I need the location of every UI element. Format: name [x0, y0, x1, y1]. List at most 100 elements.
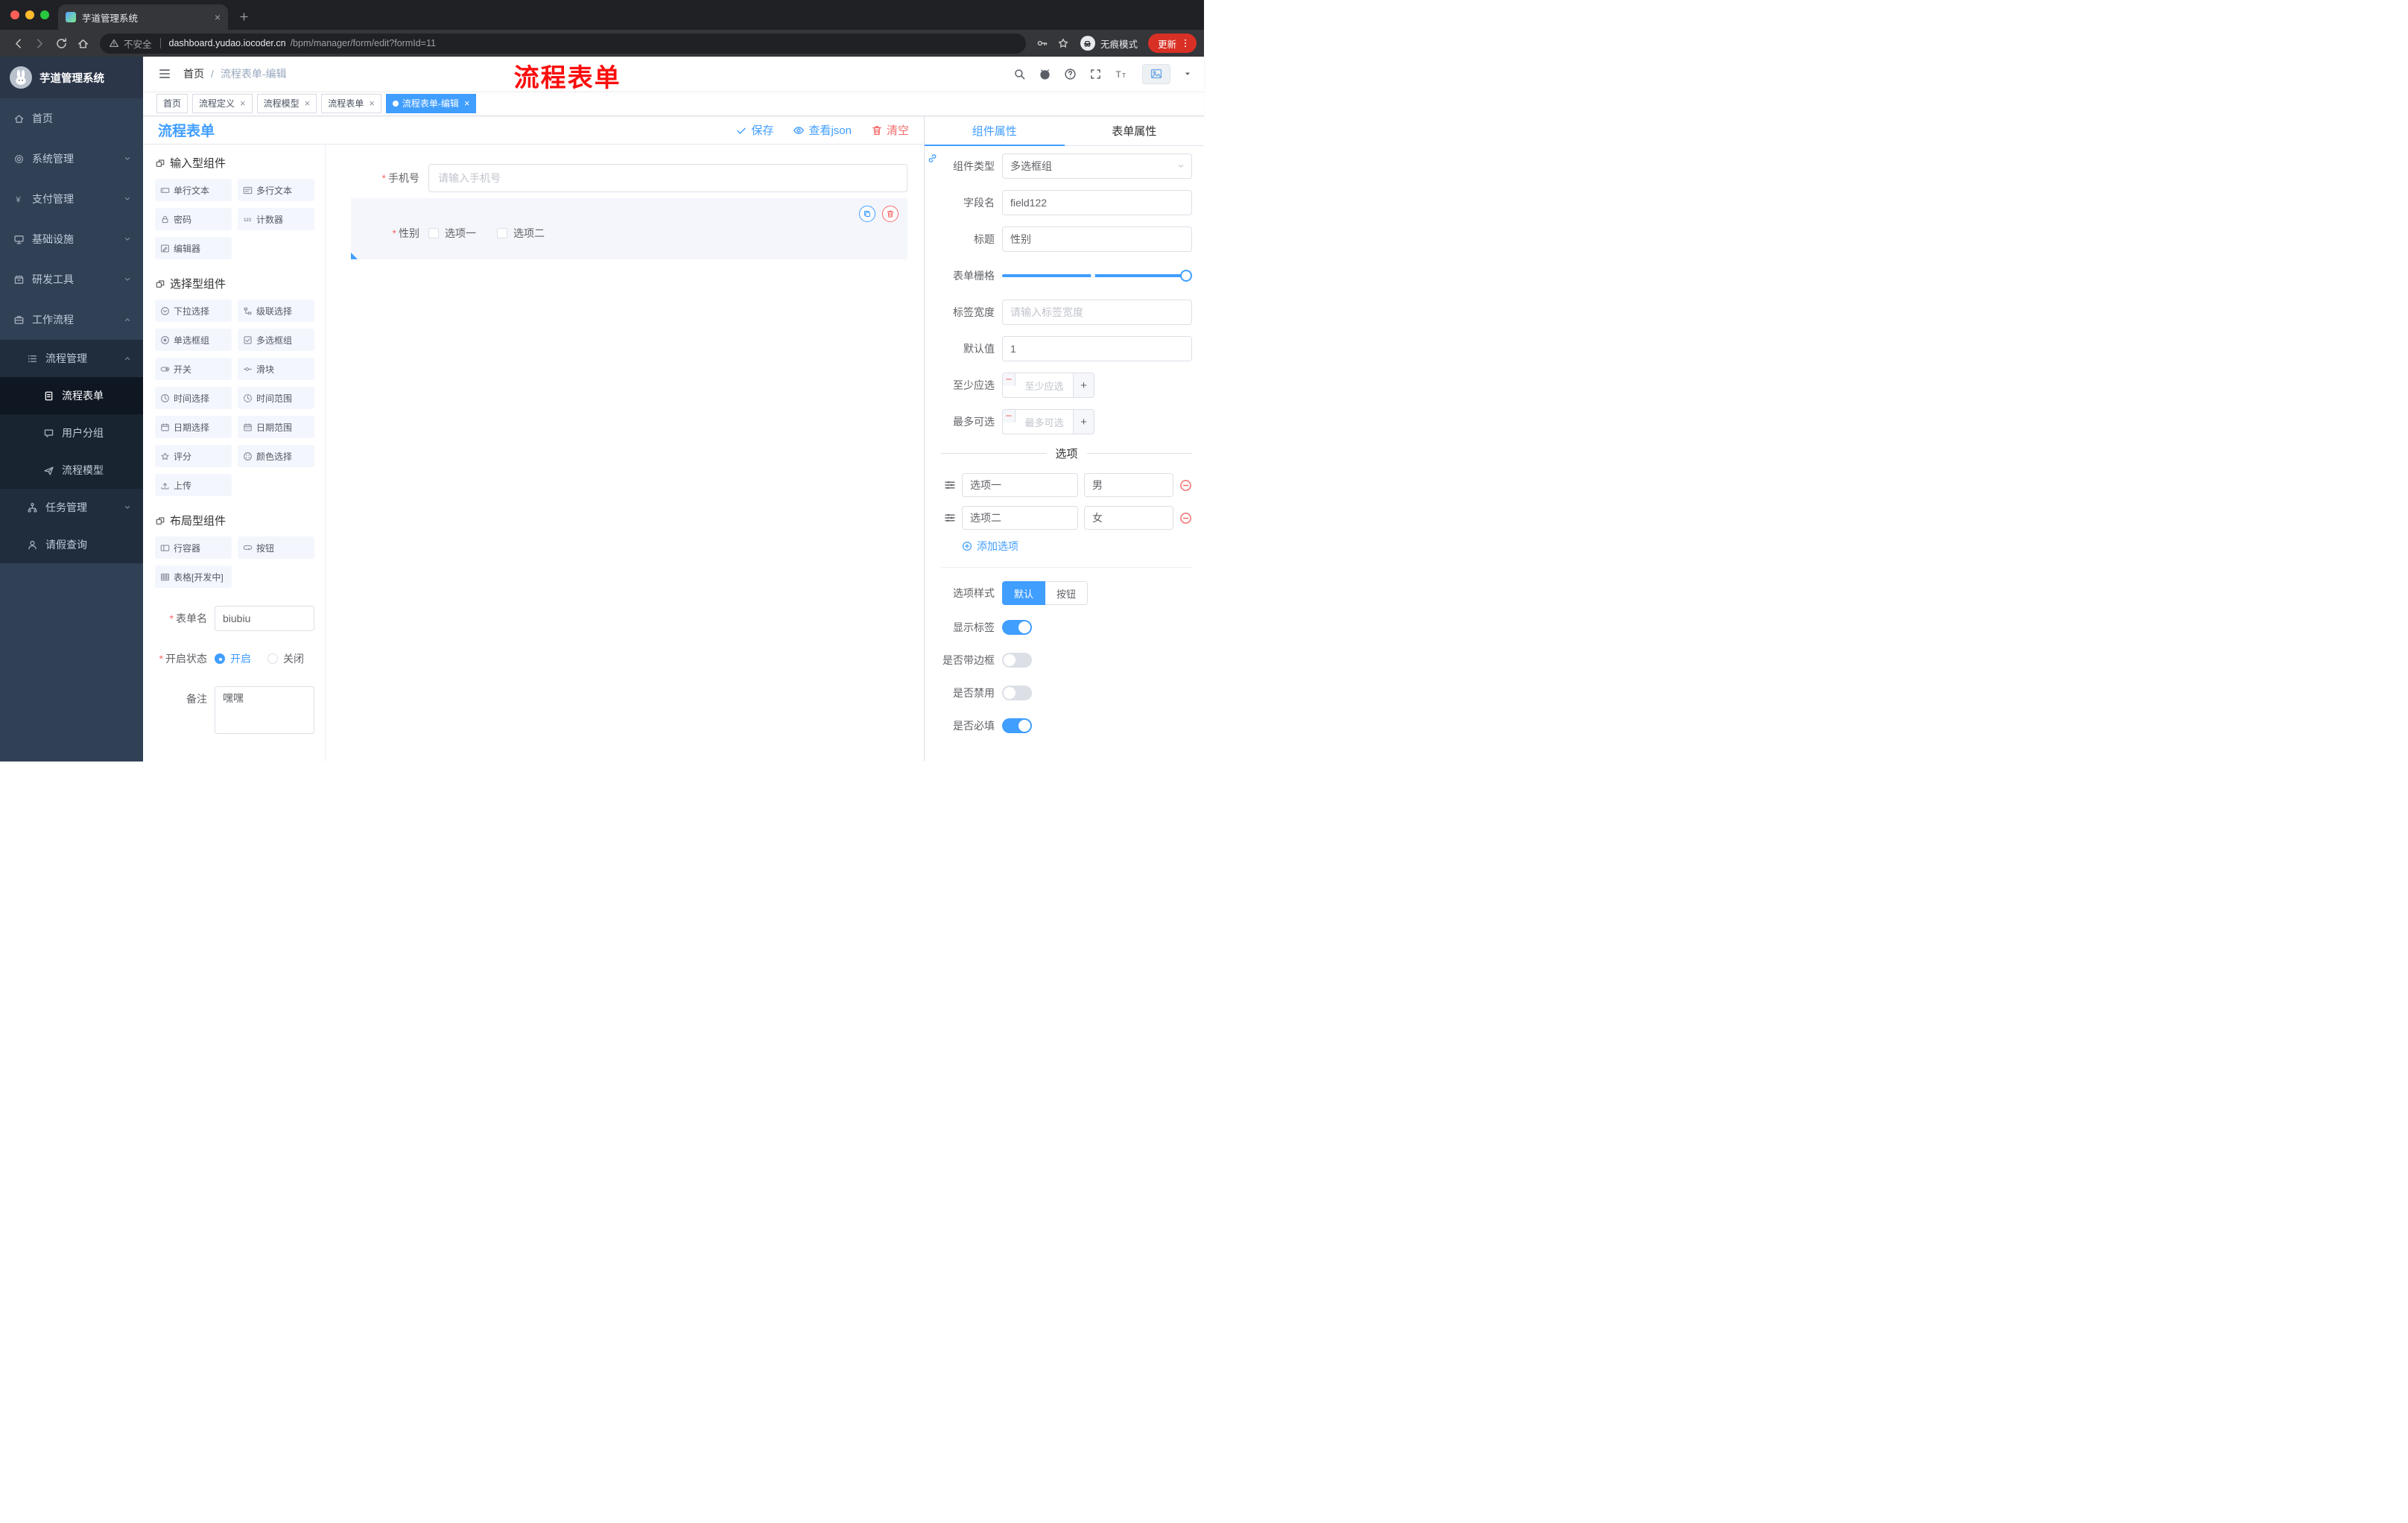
decrease-button[interactable]: − [1003, 373, 1016, 386]
toggle-switch[interactable] [1002, 685, 1032, 700]
toggle-switch[interactable] [1002, 653, 1032, 668]
forward-button[interactable] [34, 37, 46, 50]
password-key-icon[interactable] [1036, 37, 1048, 49]
hamburger-icon[interactable] [158, 67, 171, 80]
new-tab-button[interactable] [238, 11, 250, 22]
reload-button[interactable] [55, 37, 68, 50]
copy-field-button[interactable] [859, 206, 875, 222]
github-icon[interactable] [1039, 68, 1051, 80]
slider-handle[interactable] [1180, 270, 1192, 282]
component-upload[interactable]: 上传 [155, 474, 232, 496]
grid-slider[interactable] [1002, 263, 1192, 288]
remove-option-icon[interactable] [1179, 479, 1192, 492]
sidebar-item-11[interactable]: 请假查询 [0, 526, 143, 563]
decrease-button[interactable]: − [1003, 410, 1016, 422]
back-button[interactable] [12, 37, 25, 50]
checkbox-option-2[interactable]: 选项二 [497, 226, 545, 241]
option-label-input[interactable] [962, 506, 1078, 530]
component-date-range[interactable]: 日期范围 [238, 416, 314, 438]
option-value-input[interactable] [1084, 506, 1173, 530]
sidebar-item-0[interactable]: 首页 [0, 98, 143, 139]
option-style-1[interactable]: 按钮 [1045, 581, 1089, 605]
default-value-input[interactable] [1002, 336, 1192, 361]
tag-3[interactable]: 流程表单 × [321, 93, 381, 113]
fullscreen-icon[interactable] [1089, 68, 1102, 80]
slider-track[interactable] [1002, 270, 1192, 282]
increase-button[interactable]: + [1073, 373, 1094, 397]
component-select[interactable]: 下拉选择 [155, 300, 232, 322]
component-table[interactable]: 表格[开发中] [155, 566, 232, 588]
option-value-input[interactable] [1084, 473, 1173, 497]
phone-input[interactable] [428, 164, 907, 192]
update-button[interactable]: 更新 [1147, 34, 1197, 53]
sidebar-item-2[interactable]: ¥ 支付管理 [0, 179, 143, 219]
traffic-light-zoom[interactable] [40, 10, 49, 19]
max-count-value[interactable]: 最多可选 [1016, 410, 1073, 434]
component-checkbox[interactable]: 多选框组 [238, 329, 314, 351]
save-button[interactable]: 保存 [735, 122, 773, 138]
component-slider[interactable]: 滑块 [238, 358, 314, 380]
component-row[interactable]: 行容器 [155, 536, 232, 559]
font-size-icon[interactable]: TT [1115, 68, 1127, 80]
checkbox-icon[interactable] [428, 228, 439, 238]
tag-1[interactable]: 流程定义 × [192, 93, 253, 113]
sidebar-item-10[interactable]: 任务管理 [0, 489, 143, 526]
bookmark-star-icon[interactable] [1057, 37, 1069, 49]
tag-4[interactable]: 流程表单-编辑 × [385, 93, 477, 113]
sidebar-item-7[interactable]: 流程表单 [0, 377, 143, 414]
remove-option-icon[interactable] [1179, 512, 1192, 525]
component-date[interactable]: 日期选择 [155, 416, 232, 438]
label-width-input[interactable] [1002, 300, 1192, 325]
component-rate[interactable]: 评分 [155, 445, 232, 467]
component-editor[interactable]: 编辑器 [155, 237, 232, 259]
help-icon[interactable] [1064, 68, 1077, 80]
radio-closed[interactable]: 关闭 [267, 651, 304, 666]
component-time-range[interactable]: 时间范围 [238, 387, 314, 409]
menu-dots-icon[interactable] [1180, 38, 1191, 48]
traffic-light-minimize[interactable] [25, 10, 34, 19]
option-label-input[interactable] [962, 473, 1078, 497]
security-warning-icon[interactable] [109, 38, 119, 48]
radio-open[interactable]: 开启 [215, 651, 251, 666]
add-option-button[interactable]: 添加选项 [962, 539, 1192, 554]
tag-close-icon[interactable]: × [369, 98, 375, 109]
checkbox-option-1[interactable]: 选项一 [428, 226, 476, 241]
url-bar[interactable]: 不安全 dashboard.yudao.iocoder.cn /bpm/mana… [100, 33, 1026, 54]
form-name-input[interactable] [215, 606, 314, 631]
canvas-field-phone[interactable]: 手机号 [351, 164, 907, 192]
sidebar-item-9[interactable]: 流程模型 [0, 452, 143, 489]
browser-tab[interactable]: 芋道管理系统 × [58, 4, 228, 30]
traffic-light-close[interactable] [10, 10, 19, 19]
sidebar-item-4[interactable]: 研发工具 [0, 259, 143, 300]
sidebar-item-8[interactable]: 用户分组 [0, 414, 143, 452]
drag-handle-icon[interactable] [944, 512, 956, 524]
component-radio[interactable]: 单选框组 [155, 329, 232, 351]
clear-button[interactable]: 清空 [871, 122, 909, 138]
tab-component-props[interactable]: 组件属性 [925, 116, 1065, 146]
component-input[interactable]: 单行文本 [155, 179, 232, 201]
form-canvas[interactable]: 手机号 性别 [326, 145, 924, 762]
toggle-switch[interactable] [1002, 718, 1032, 733]
tag-0[interactable]: 首页 [156, 93, 188, 113]
component-time[interactable]: 时间选择 [155, 387, 232, 409]
field-name-input[interactable] [1002, 190, 1192, 215]
search-icon[interactable] [1013, 68, 1026, 80]
option-style-0[interactable]: 默认 [1002, 581, 1046, 605]
tag-close-icon[interactable]: × [240, 98, 246, 109]
tab-form-props[interactable]: 表单属性 [1065, 116, 1205, 145]
component-color[interactable]: 颜色选择 [238, 445, 314, 467]
component-textarea[interactable]: 多行文本 [238, 179, 314, 201]
sidebar-item-1[interactable]: 系统管理 [0, 139, 143, 179]
title-input[interactable] [1002, 227, 1192, 252]
drag-handle-icon[interactable] [944, 479, 956, 491]
caret-down-icon[interactable] [1183, 69, 1192, 78]
tab-close-icon[interactable]: × [215, 11, 221, 23]
component-type-select[interactable]: 多选框组 [1002, 153, 1192, 179]
breadcrumb-home[interactable]: 首页 [183, 66, 204, 81]
sidebar-item-5[interactable]: 工作流程 [0, 300, 143, 340]
sidebar-item-3[interactable]: 基础设施 [0, 219, 143, 259]
tag-2[interactable]: 流程模型 × [256, 93, 317, 113]
checkbox-icon[interactable] [497, 228, 507, 238]
avatar[interactable] [1142, 63, 1170, 84]
tag-close-icon[interactable]: × [305, 98, 311, 109]
